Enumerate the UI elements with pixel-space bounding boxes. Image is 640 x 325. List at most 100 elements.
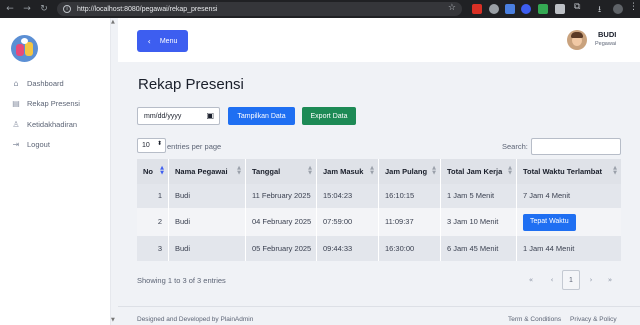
cell-total-jam-kerja: 3 Jam 10 Menit [440, 208, 516, 236]
column-header-tanggal[interactable]: Tanggal ▲ ▼ [245, 159, 316, 184]
sidebar-item-label: Logout [27, 139, 50, 149]
scroll-down-arrow[interactable]: ▼ [111, 317, 117, 323]
pagination-last[interactable]: » [603, 271, 617, 289]
extension-icon[interactable] [521, 4, 531, 14]
cell-no: 3 [157, 243, 162, 253]
puzzle-icon[interactable]: ⧉ [574, 2, 580, 12]
footer-privacy-link[interactable]: Privacy & Policy [570, 316, 617, 323]
sidebar-item-logout[interactable]: ⇥ Logout [11, 137, 50, 151]
search-label: Search: [502, 142, 528, 151]
sort-icon: ▲ ▼ [237, 165, 241, 176]
footer: Designed and Developed by PlainAdmin Ter… [118, 306, 640, 325]
footer-credit: Designed and Developed by PlainAdmin [137, 316, 254, 323]
home-icon: ⌂ [13, 78, 19, 88]
column-header-jam-masuk[interactable]: Jam Masuk ▲ ▼ [316, 159, 378, 184]
extension-icon[interactable] [555, 4, 565, 14]
table-row: 2 Budi 04 February 2025 07:59:00 11:09:3… [137, 208, 621, 236]
page-length-select[interactable]: 10 ⬍ [137, 138, 166, 153]
menu-button-label: Menu [159, 37, 178, 45]
page-length-value: 10 [142, 142, 150, 149]
table-row: 3 Budi 05 February 2025 09:44:33 16:30:0… [137, 236, 621, 261]
pagination-first[interactable]: « [524, 271, 538, 289]
cell-jam-masuk: 09:44:33 [316, 236, 378, 261]
table-info: Showing 1 to 3 of 3 entries [137, 276, 226, 285]
pagination-page-1[interactable]: 1 [562, 270, 580, 290]
column-header-total-jam-kerja[interactable]: Total Jam Kerja ▲ ▼ [440, 159, 516, 184]
sidebar-item-dashboard[interactable]: ⌂ Dashboard [11, 76, 64, 90]
column-header-jam-pulang[interactable]: Jam Pulang ▲ ▼ [378, 159, 440, 184]
cell-tanggal: 05 February 2025 [245, 236, 316, 261]
forward-icon[interactable]: → [20, 2, 34, 16]
cell-total-waktu-terlambat: 1 Jam 44 Menit [516, 236, 621, 261]
sort-icon: ▲ ▼ [432, 165, 436, 176]
sidebar-item-label: Rekap Presensi [27, 98, 80, 108]
user-x-icon: ♙ [12, 119, 20, 129]
logout-icon: ⇥ [12, 139, 20, 149]
cell-tanggal: 04 February 2025 [245, 208, 316, 236]
date-placeholder: mm/dd/yyyy [144, 112, 182, 120]
sidebar: ⌂ Dashboard ▤ Rekap Presensi ♙ Ketidakha… [0, 18, 111, 325]
back-icon[interactable]: ← [3, 2, 17, 16]
show-data-button[interactable]: Tampilkan Data [228, 107, 295, 125]
scroll-up-arrow[interactable]: ▲ [111, 19, 117, 25]
cell-total-waktu-terlambat: Tepat Waktu [516, 208, 621, 236]
column-header-total-waktu-terlambat[interactable]: Total Waktu Terlambat ▲ ▼ [516, 159, 621, 184]
sidebar-item-rekap-presensi[interactable]: ▤ Rekap Presensi [11, 96, 80, 110]
column-header-nama[interactable]: Nama Pegawai ▲ ▼ [168, 159, 245, 184]
user-name: BUDI [598, 30, 617, 39]
export-data-button[interactable]: Export Data [302, 107, 356, 125]
calendar-icon[interactable]: ▣ [206, 111, 214, 120]
site-info-icon[interactable]: i [63, 5, 71, 13]
sort-icon: ▲ ▼ [508, 165, 512, 176]
cell-jam-pulang: 16:30:00 [378, 236, 440, 261]
sort-icon: ▲ ▼ [308, 165, 312, 176]
sort-icon: ▲ ▼ [160, 165, 164, 176]
bookmark-star-icon[interactable]: ☆ [448, 3, 456, 13]
cell-total-waktu-terlambat: 7 Jam 4 Menit [516, 184, 621, 208]
footer-terms-link[interactable]: Term & Conditions [508, 316, 561, 323]
sidebar-item-ketidakhadiran[interactable]: ♙ Ketidakhadiran [11, 117, 77, 131]
sidebar-item-label: Ketidakhadiran [27, 119, 78, 129]
avatar[interactable] [567, 30, 587, 50]
url-text: http://localhost:8080/pegawai/rekap_pres… [77, 5, 218, 13]
cell-total-jam-kerja: 1 Jam 5 Menit [440, 184, 516, 208]
extension-icon[interactable] [489, 4, 499, 14]
kebab-menu-icon[interactable]: ⋮ [629, 2, 638, 12]
pagination-prev[interactable]: ‹ [545, 271, 559, 289]
reload-icon[interactable]: ↻ [37, 2, 51, 16]
chevron-left-icon: ‹ [147, 36, 151, 46]
cell-no: 1 [157, 191, 162, 200]
app-logo[interactable] [11, 35, 38, 62]
download-icon[interactable]: ⭳ [598, 2, 601, 18]
chevron-down-icon: ⬍ [156, 140, 162, 147]
page-length-label: entries per page [167, 142, 222, 151]
extension-icon[interactable] [505, 4, 515, 14]
column-header-no[interactable]: No ▲ ▼ [137, 159, 168, 184]
address-bar[interactable]: i http://localhost:8080/pegawai/rekap_pr… [57, 2, 462, 16]
clipboard-icon: ▤ [12, 98, 20, 108]
attendance-table: No ▲ ▼ Nama Pegawai ▲ ▼ Tanggal ▲ ▼ Jam Mas… [137, 159, 621, 261]
page-title: Rekap Presensi [138, 76, 244, 93]
table-row: 1 Budi 11 February 2025 15:04:23 16:10:1… [137, 184, 621, 208]
menu-toggle-button[interactable]: ‹ Menu [137, 30, 188, 52]
pagination-next[interactable]: › [584, 271, 598, 289]
table-header: No ▲ ▼ Nama Pegawai ▲ ▼ Tanggal ▲ ▼ Jam Mas… [137, 159, 621, 184]
top-header: ‹ Menu BUDI Pegawai [118, 18, 640, 62]
cell-total-jam-kerja: 6 Jam 45 Menit [440, 236, 516, 261]
cell-tanggal: 11 February 2025 [245, 184, 316, 208]
on-time-badge[interactable]: Tepat Waktu [523, 213, 576, 231]
extension-icon[interactable] [538, 4, 548, 14]
sidebar-item-label: Dashboard [27, 78, 64, 88]
sort-icon: ▲ ▼ [613, 165, 617, 176]
cell-jam-pulang: 11:09:37 [378, 208, 440, 236]
cell-jam-pulang: 16:10:15 [378, 184, 440, 208]
cell-jam-masuk: 15:04:23 [316, 184, 378, 208]
cell-no: 2 [157, 217, 162, 226]
extension-icon[interactable] [472, 4, 482, 14]
search-input[interactable] [531, 138, 621, 155]
profile-icon[interactable] [613, 4, 623, 14]
date-field[interactable]: mm/dd/yyyy ▣ [137, 107, 220, 125]
cell-nama: Budi [168, 236, 245, 261]
browser-toolbar: ← → ↻ i http://localhost:8080/pegawai/re… [0, 0, 640, 18]
user-role: Pegawai [595, 41, 617, 47]
